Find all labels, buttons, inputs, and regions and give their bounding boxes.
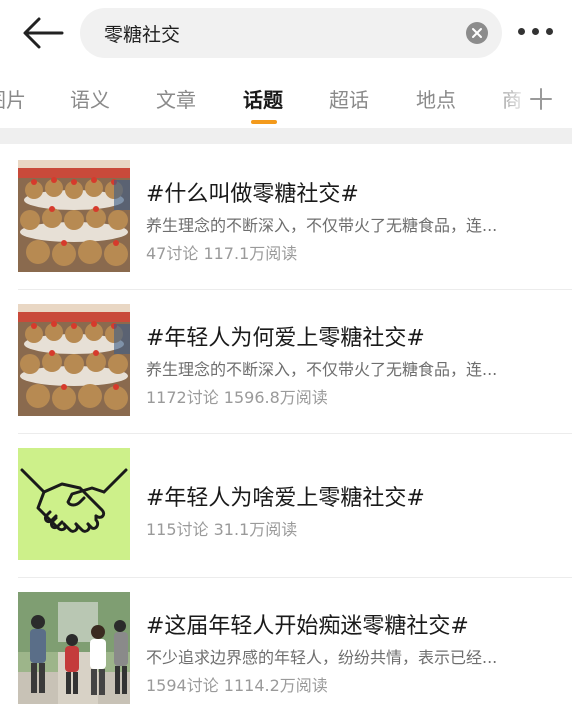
topic-title[interactable]: #年轻人为何爱上零糖社交# xyxy=(146,320,425,352)
search-box[interactable]: 零糖社交 xyxy=(80,8,502,58)
clear-icon[interactable] xyxy=(466,22,488,44)
topic-thumbnail xyxy=(18,160,130,272)
topic-thumbnail xyxy=(18,304,130,416)
tab-semantic[interactable]: 语义 xyxy=(70,84,110,113)
topic-title[interactable]: #这届年轻人开始痴迷零糖社交# xyxy=(146,608,469,640)
handshake-icon xyxy=(18,448,130,560)
topic-thumbnail xyxy=(18,592,130,704)
more-options-icon[interactable] xyxy=(518,24,556,38)
topic-stats: 115讨论 31.1万阅读 xyxy=(146,520,298,539)
topic-item[interactable]: #年轻人为啥爱上零糖社交# 115讨论 31.1万阅读 xyxy=(0,434,572,576)
topic-title[interactable]: #年轻人为啥爱上零糖社交# xyxy=(146,480,425,512)
topic-title[interactable]: #什么叫做零糖社交# xyxy=(146,176,359,208)
tab-bar: 图片 语义 文章 话题 超话 地点 商 xyxy=(0,70,572,126)
search-query[interactable]: 零糖社交 xyxy=(104,20,180,47)
top-bar: 零糖社交 xyxy=(0,0,572,66)
topic-stats: 1594讨论 1114.2万阅读 xyxy=(146,676,328,695)
topic-description: 养生理念的不断深入，不仅带火了无糖食品，连... xyxy=(146,360,498,379)
topic-item[interactable]: #什么叫做零糖社交# 养生理念的不断深入，不仅带火了无糖食品，连... 47讨论… xyxy=(0,146,572,288)
topic-stats: 47讨论 117.1万阅读 xyxy=(146,244,298,263)
topic-item[interactable]: #这届年轻人开始痴迷零糖社交# 不少追求边界感的年轻人，纷纷共情，表示已经...… xyxy=(0,578,572,720)
tab-topics[interactable]: 话题 xyxy=(243,84,283,113)
topic-stats: 1172讨论 1596.8万阅读 xyxy=(146,388,328,407)
tab-fade xyxy=(494,70,532,126)
tab-images[interactable]: 图片 xyxy=(0,84,26,113)
tab-super-topics[interactable]: 超话 xyxy=(329,84,369,113)
back-arrow-icon[interactable] xyxy=(22,16,64,50)
tab-places[interactable]: 地点 xyxy=(416,84,456,113)
tab-articles[interactable]: 文章 xyxy=(156,84,196,113)
active-tab-indicator xyxy=(251,120,277,124)
topic-item[interactable]: #年轻人为何爱上零糖社交# 养生理念的不断深入，不仅带火了无糖食品，连... 1… xyxy=(0,290,572,432)
section-divider xyxy=(0,128,572,144)
topic-description: 养生理念的不断深入，不仅带火了无糖食品，连... xyxy=(146,216,498,235)
topic-description: 不少追求边界感的年轻人，纷纷共情，表示已经... xyxy=(146,648,498,667)
add-tab-icon[interactable] xyxy=(530,88,552,110)
